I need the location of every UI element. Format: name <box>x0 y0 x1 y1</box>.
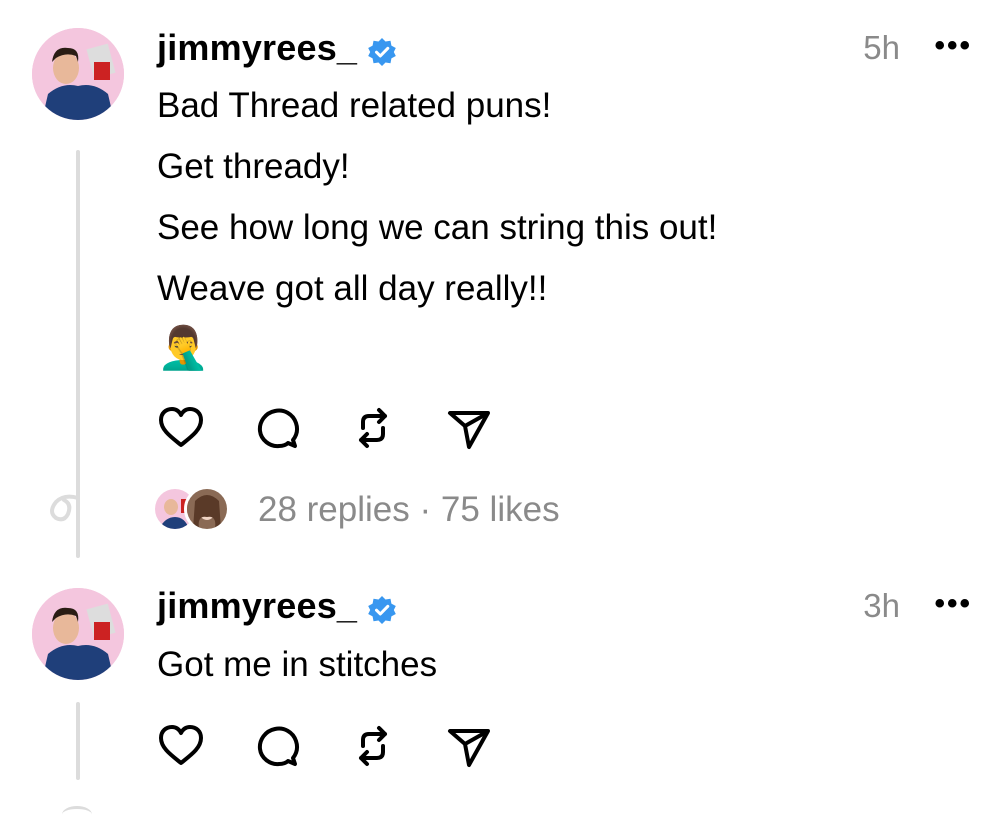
share-button[interactable] <box>445 722 493 770</box>
like-button[interactable] <box>157 722 205 770</box>
username[interactable]: jimmyrees_ <box>157 584 397 628</box>
more-options-icon[interactable]: ••• <box>934 24 972 68</box>
username[interactable]: jimmyrees_ <box>157 26 397 70</box>
replies-count[interactable]: 28 replies <box>258 490 410 529</box>
post-text-line-4: Weave got all day really!! <box>157 269 548 308</box>
facepalm-emoji: 🤦‍♂️ <box>157 324 210 371</box>
post-timestamp: 5h <box>863 29 900 66</box>
heart-icon <box>159 407 203 447</box>
post-timestamp: 3h <box>863 587 900 624</box>
heart-icon <box>159 725 203 765</box>
reply-button[interactable] <box>253 404 301 452</box>
repost-icon <box>359 408 387 448</box>
verified-badge-icon <box>367 33 397 66</box>
replier-avatars[interactable] <box>152 486 230 532</box>
reply-button[interactable] <box>253 722 301 770</box>
repost-button[interactable] <box>349 404 397 452</box>
share-icon <box>448 729 490 767</box>
share-button[interactable] <box>445 404 493 452</box>
post-text-line-3: See how long we can string this out! <box>157 208 718 247</box>
username-text[interactable]: jimmyrees_ <box>157 26 357 70</box>
thread-connector-line <box>76 702 80 780</box>
share-icon <box>448 411 490 449</box>
post-stats: 28 replies · 75 likes <box>258 488 560 532</box>
repost-button[interactable] <box>349 722 397 770</box>
like-button[interactable] <box>157 404 205 452</box>
post-text-line-1: Got me in stitches <box>157 645 438 684</box>
username-text[interactable]: jimmyrees_ <box>157 584 357 628</box>
likes-count[interactable]: 75 likes <box>441 490 560 529</box>
comment-icon <box>257 726 299 767</box>
repost-icon <box>359 726 387 766</box>
verified-badge-icon <box>367 591 397 624</box>
post-text-line-1: Bad Thread related puns! <box>157 86 552 125</box>
comment-icon <box>257 408 299 449</box>
replier-avatar-2 <box>184 486 230 532</box>
post-text-line-2: Get thready! <box>157 147 350 186</box>
avatar[interactable] <box>32 588 124 680</box>
thread-loop-icon <box>34 492 84 537</box>
next-post-avatar-edge <box>62 806 92 823</box>
stats-separator: · <box>419 490 432 529</box>
avatar[interactable] <box>32 28 124 120</box>
more-options-icon[interactable]: ••• <box>934 582 972 626</box>
